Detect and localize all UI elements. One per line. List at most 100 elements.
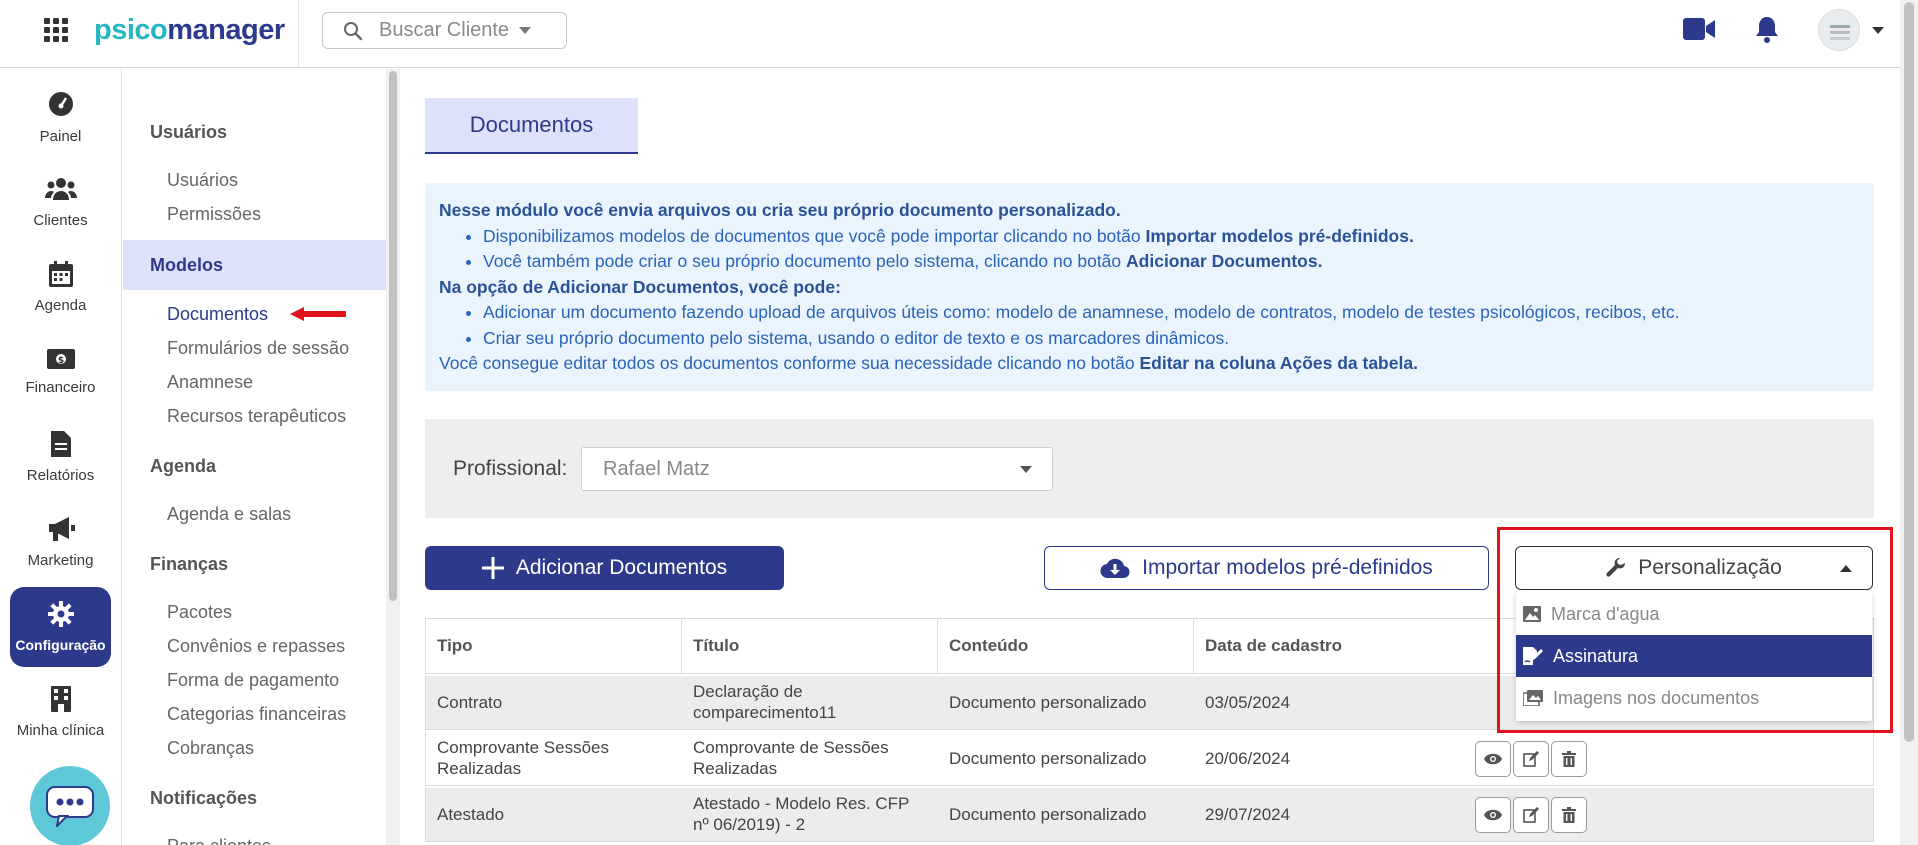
edit-button[interactable] (1513, 741, 1549, 777)
search-client-dropdown[interactable]: Buscar Cliente (322, 12, 567, 49)
info-bullet-bold: Importar modelos pré-definidos. (1145, 225, 1414, 246)
page-scrollbar[interactable] (1900, 0, 1918, 845)
info-bullet-text: Você também pode criar o seu próprio doc… (483, 251, 1127, 271)
rail-item-label: Minha clínica (16, 721, 105, 739)
cell-conteudo: Documento personalizado (949, 804, 1147, 824)
wrench-icon (1606, 558, 1626, 577)
menu-section-usuarios: Usuários (150, 122, 228, 142)
dropdown-item-signature[interactable]: Assinatura (1516, 635, 1872, 677)
menu-item-cobrancas[interactable]: Cobranças (167, 738, 254, 759)
profissional-label: Profissional: (453, 457, 568, 480)
info-bullet: Adicionar um documento fazendo upload de… (483, 300, 1860, 326)
report-icon (50, 430, 71, 457)
cell-titulo: Atestado - Modelo Res. CFP nº 06/2019) -… (693, 794, 910, 834)
profissional-select[interactable]: Rafael Matz (581, 447, 1053, 491)
edit-button[interactable] (1513, 797, 1549, 833)
menu-item-permissoes[interactable]: Permissões (167, 204, 261, 225)
calendar-icon (48, 260, 73, 287)
rail-item-relatorios[interactable]: Relatórios (10, 417, 111, 497)
info-bullet: Criar seu próprio documento pelo sistema… (483, 326, 1860, 352)
app-logo[interactable]: psicomanager (94, 14, 285, 47)
chevron-down-icon (1020, 466, 1032, 473)
cell-data: 03/05/2024 (1205, 692, 1291, 712)
menu-item-forma-pagamento[interactable]: Forma de pagamento (167, 670, 339, 691)
view-button[interactable] (1475, 741, 1511, 777)
avatar[interactable] (1818, 9, 1860, 51)
rail-item-financeiro[interactable]: $ Financeiro (10, 332, 111, 412)
chat-support-button[interactable] (30, 766, 110, 845)
table-row: Atestado Atestado - Modelo Res. CFP nº 0… (425, 788, 1874, 842)
menu-item-categorias[interactable]: Categorias financeiras (167, 704, 346, 725)
chevron-down-icon (519, 26, 532, 34)
column-header-tipo[interactable]: Tipo (426, 619, 682, 673)
scrollbar-thumb[interactable] (389, 71, 397, 601)
filter-panel: Profissional: Rafael Matz (425, 419, 1874, 518)
page-scrollbar-thumb[interactable] (1904, 2, 1914, 742)
import-templates-label: Importar modelos pré-definidos (1142, 556, 1433, 579)
dropdown-item-watermark[interactable]: Marca d'agua (1516, 593, 1872, 635)
rail-item-marketing[interactable]: Marketing (10, 502, 111, 582)
menu-item-agenda-salas[interactable]: Agenda e salas (167, 504, 291, 525)
menu-item-formularios[interactable]: Formulários de sessão (167, 338, 349, 359)
users-icon (44, 177, 77, 200)
menu-section-notificacoes: Notificações (150, 788, 258, 808)
rail-item-minha-clinica[interactable]: Minha clínica (10, 672, 111, 752)
top-bar: psicomanager Buscar Cliente (0, 0, 1900, 68)
dropdown-item-label: Imagens nos documentos (1553, 687, 1760, 708)
personalization-button[interactable]: Personalização (1515, 546, 1873, 590)
rail-item-agenda[interactable]: Agenda (10, 247, 111, 327)
signature-icon (1523, 647, 1543, 665)
menu-section-agenda: Agenda (150, 456, 217, 476)
info-bullet-text: Disponibilizamos modelos de documentos q… (483, 225, 1146, 246)
rail-item-configuracao[interactable]: Configuração (10, 587, 111, 667)
add-documents-label: Adicionar Documentos (515, 556, 728, 579)
add-documents-button[interactable]: Adicionar Documentos (425, 546, 784, 590)
plus-icon (481, 557, 504, 579)
rail-item-label: Clientes (33, 211, 88, 229)
info-footer-bold: Editar na coluna Ações da tabela. (1139, 353, 1418, 373)
cell-conteudo: Documento personalizado (949, 692, 1147, 712)
logo-part-manager: manager (167, 14, 285, 46)
menu-item-usuarios[interactable]: Usuários (167, 170, 238, 191)
delete-button[interactable] (1551, 797, 1587, 833)
bell-icon[interactable] (1754, 15, 1780, 43)
apps-grid-icon[interactable] (44, 18, 68, 42)
svg-text:$: $ (57, 356, 63, 366)
dropdown-item-document-images[interactable]: Imagens nos documentos (1516, 677, 1872, 719)
video-camera-icon[interactable] (1683, 18, 1715, 40)
eye-icon (1484, 809, 1502, 821)
info-subheading: Na opção de Adicionar Documentos, você p… (439, 276, 841, 297)
trash-icon (1562, 807, 1576, 823)
menu-item-pacotes[interactable]: Pacotes (167, 602, 232, 623)
tab-documentos[interactable]: Documentos (425, 98, 638, 154)
cell-tipo: Comprovante Sessões Realizadas (437, 738, 609, 778)
menu-item-convenios[interactable]: Convênios e repasses (167, 636, 345, 657)
images-icon (1523, 690, 1543, 706)
info-box: Nesse módulo você envia arquivos ou cria… (425, 183, 1874, 391)
delete-button[interactable] (1551, 741, 1587, 777)
menu-item-recursos[interactable]: Recursos terapêuticos (167, 406, 346, 427)
left-rail-nav: Painel Clientes Agenda $ Financeiro Rela… (0, 69, 122, 845)
chevron-down-icon[interactable] (1872, 27, 1884, 35)
settings-menu-scrollbar[interactable] (386, 69, 400, 845)
chat-icon (46, 786, 94, 827)
menu-section-financas: Finanças (150, 554, 229, 574)
column-header-conteudo[interactable]: Conteúdo (938, 619, 1194, 673)
cell-data: 20/06/2024 (1205, 748, 1291, 768)
menu-item-anamnese[interactable]: Anamnese (167, 372, 253, 393)
rail-item-clientes[interactable]: Clientes (10, 162, 111, 242)
rail-item-painel[interactable]: Painel (10, 77, 111, 157)
info-footer: Você consegue editar todos os documentos… (439, 351, 1860, 377)
column-header-data[interactable]: Data de cadastro (1194, 619, 1450, 673)
dashboard-icon (48, 91, 73, 116)
view-button[interactable] (1475, 797, 1511, 833)
column-header-titulo[interactable]: Título (682, 619, 938, 673)
info-bullet: Disponibilizamos modelos de documentos q… (483, 224, 1860, 250)
dropdown-item-label: Assinatura (1553, 645, 1639, 666)
edit-icon (1523, 807, 1539, 823)
menu-item-para-clientes[interactable]: Para clientes (167, 836, 271, 845)
import-templates-button[interactable]: Importar modelos pré-definidos (1044, 546, 1489, 590)
rail-item-label: Painel (39, 127, 82, 145)
trash-icon (1562, 751, 1576, 767)
menu-item-documentos[interactable]: Documentos (167, 304, 268, 325)
